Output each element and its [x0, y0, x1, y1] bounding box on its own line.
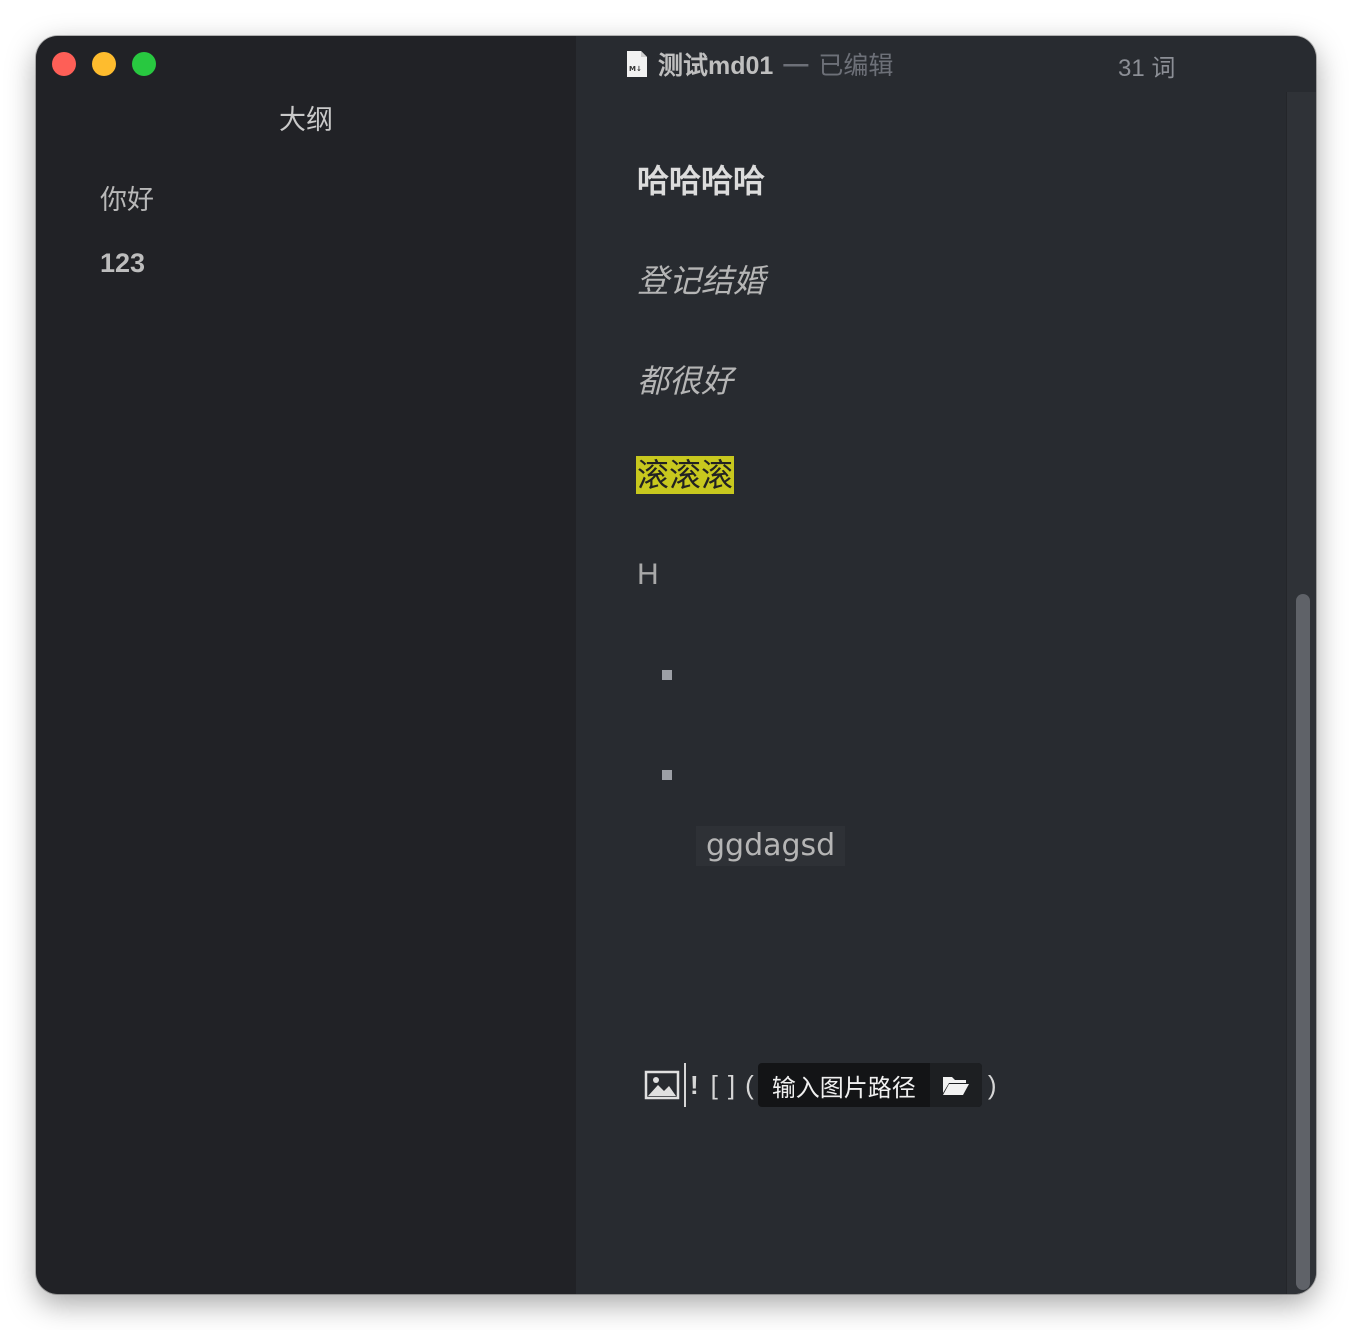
title-separator: — [783, 49, 809, 78]
word-count[interactable]: 31 词 [1118, 48, 1175, 83]
document-title: 测试md01 [658, 52, 774, 80]
folder-open-icon [942, 1077, 969, 1095]
outline-title: 大纲 [279, 105, 333, 135]
list-bullet-2 [662, 770, 672, 780]
highlighted-text[interactable]: 滚滚滚 [636, 456, 735, 494]
svg-text:M↓: M↓ [629, 65, 642, 73]
outline-item-123[interactable]: 123 [100, 248, 145, 279]
alt-open-bracket: [ [710, 1069, 718, 1100]
minimize-window-button[interactable] [92, 52, 116, 76]
outline-item-nihao[interactable]: 你好 [100, 178, 154, 217]
maximize-window-button[interactable] [132, 52, 156, 76]
markdown-file-icon: M↓ [627, 51, 647, 77]
browse-folder-button[interactable] [929, 1063, 982, 1107]
outline-sidebar: 大纲 你好 123 [36, 36, 576, 1294]
scrollbar-thumb[interactable] [1296, 594, 1310, 1290]
close-window-button[interactable] [52, 52, 76, 76]
window-titlebar: M↓ 测试md01 — 已编辑 [626, 46, 893, 82]
italic-line-1[interactable]: 登记结婚 [637, 256, 765, 302]
heading-marker-text[interactable]: H [637, 558, 659, 592]
vertical-scrollbar[interactable] [1286, 92, 1316, 1294]
heading-line[interactable]: 哈哈哈哈 [637, 156, 765, 202]
inline-code[interactable]: ggdagsd [696, 826, 846, 866]
image-icon[interactable] [644, 1069, 680, 1101]
text-cursor [684, 1063, 686, 1107]
editor-pane[interactable]: M↓ 测试md01 — 已编辑 31 词 哈哈哈哈 登记结婚 都很好 滚滚滚 H… [576, 36, 1316, 1294]
image-path-placeholder[interactable]: 输入图片路径 [758, 1068, 930, 1103]
edit-status: 已编辑 [818, 52, 894, 80]
path-open-paren: ( [745, 1069, 754, 1100]
alt-close-bracket: ] [727, 1069, 736, 1100]
path-close-paren: ) [987, 1069, 997, 1100]
list-bullet-1 [662, 670, 672, 680]
image-bang: ! [690, 1069, 699, 1100]
italic-line-2[interactable]: 都很好 [637, 356, 733, 402]
app-window: 大纲 你好 123 M↓ 测试md01 — 已编辑 31 词 哈哈哈哈 登记结婚… [36, 36, 1316, 1294]
image-path-input[interactable]: 输入图片路径 [757, 1063, 982, 1107]
image-insert-row: ! [ ] ( 输入图片路径 ) [644, 1062, 996, 1108]
